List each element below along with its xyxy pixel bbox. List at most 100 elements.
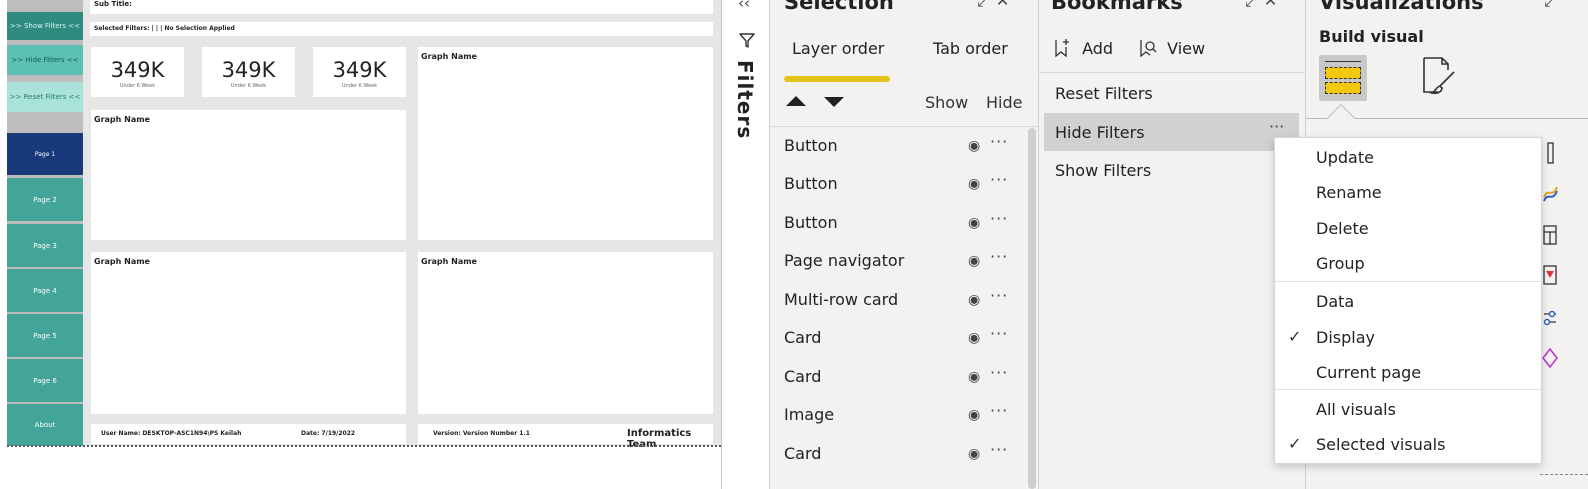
chart-slicer-icon[interactable] (1542, 305, 1558, 329)
layer-item[interactable]: Button ◉ ··· (784, 205, 1024, 243)
more-options-icon[interactable]: ··· (990, 209, 1008, 228)
selection-pane-controls: ⤢✕ (977, 0, 1015, 11)
menu-item-selected-visuals[interactable]: ✓ Selected visuals (1275, 426, 1541, 460)
more-options-icon[interactable]: ··· (990, 247, 1008, 266)
layer-item[interactable]: Card ◉ ··· (784, 436, 1024, 474)
more-options-icon[interactable]: ··· (990, 401, 1008, 420)
layer-item[interactable]: Image ◉ ··· (784, 397, 1024, 435)
view-bookmark-icon (1140, 40, 1157, 58)
more-options-icon[interactable]: ··· (990, 363, 1008, 382)
graph-visual[interactable]: Graph Name (418, 47, 713, 240)
eye-visibility-icon[interactable]: ◉ (968, 292, 980, 308)
format-visual-paintbrush-icon[interactable] (1418, 54, 1460, 100)
expand-chevron-icon[interactable]: ‹‹ (738, 0, 750, 12)
chart-ribbon-icon[interactable] (1542, 183, 1558, 207)
eye-visibility-icon[interactable]: ◉ (968, 407, 980, 423)
tab-layer-order[interactable]: Layer order (792, 39, 884, 58)
move-down-arrow-icon[interactable] (824, 97, 844, 107)
show-filters-button[interactable]: >> Show Filters << (7, 12, 83, 40)
bookmark-item[interactable]: Show Filters (1044, 151, 1299, 189)
menu-separator (1275, 389, 1541, 390)
tab-tab-order[interactable]: Tab order (933, 39, 1008, 58)
menu-item-update[interactable]: Update (1275, 139, 1541, 173)
filters-pane-label[interactable]: Filters (733, 60, 757, 139)
graph-visual[interactable]: Graph Name (91, 110, 406, 240)
page-2-nav-button[interactable]: Page 2 (7, 178, 83, 221)
menu-item-label: Delete (1316, 219, 1369, 238)
layer-item[interactable]: Card ◉ ··· (784, 359, 1024, 397)
eye-visibility-icon[interactable]: ◉ (968, 215, 980, 231)
chart-diamond-icon[interactable] (1541, 346, 1559, 370)
kpi-card[interactable]: 349K Under 6 Week (91, 47, 184, 97)
more-options-icon[interactable]: ··· (1269, 117, 1284, 136)
view-bookmark-button[interactable]: View (1138, 38, 1205, 58)
eye-visibility-icon[interactable]: ◉ (968, 176, 980, 192)
more-options-icon[interactable]: ··· (990, 170, 1008, 189)
menu-item-display[interactable]: ✓ Display (1275, 319, 1541, 353)
add-bookmark-label: Add (1082, 39, 1114, 58)
eye-visibility-icon[interactable]: ◉ (968, 446, 980, 462)
more-options-icon[interactable]: ··· (990, 132, 1008, 151)
menu-item-current-page[interactable]: Current page (1275, 354, 1541, 388)
bookmark-item-selected[interactable]: Hide Filters ··· (1044, 113, 1299, 151)
kpi-card[interactable]: 349K Under 6 Week (313, 47, 406, 97)
menu-item-label: Data (1316, 292, 1355, 311)
layer-item[interactable]: Page navigator ◉ ··· (784, 243, 1024, 281)
menu-item-rename[interactable]: Rename (1275, 174, 1541, 208)
more-options-icon[interactable]: ··· (990, 440, 1008, 459)
chart-column-icon[interactable] (1542, 141, 1558, 165)
kpi-label: Under 6 Week (119, 83, 156, 89)
subtitle-textbox[interactable]: Sub Title: (90, 0, 713, 14)
kpi-card[interactable]: 349K Under 6 Week (202, 47, 295, 97)
hide-all-button[interactable]: Hide (986, 93, 1022, 112)
page-5-nav-button[interactable]: Page 5 (7, 314, 83, 357)
close-icon[interactable]: ✕ (996, 0, 1015, 10)
more-options-icon[interactable]: ··· (990, 286, 1008, 305)
graph-title: Graph Name (421, 257, 477, 266)
menu-item-label: Update (1316, 148, 1374, 167)
report-canvas[interactable]: >> Show Filters << >> Hide Filters << >>… (0, 0, 722, 489)
active-tab-indicator (784, 76, 890, 82)
eye-visibility-icon[interactable]: ◉ (968, 253, 980, 269)
eye-visibility-icon[interactable]: ◉ (968, 369, 980, 385)
layer-item[interactable]: Button ◉ ··· (784, 166, 1024, 204)
collapse-double-arrow-icon[interactable]: ⤢ (1245, 0, 1264, 10)
selection-list-divider (770, 126, 1038, 127)
bookmark-item-label: Reset Filters (1055, 84, 1153, 103)
eye-visibility-icon[interactable]: ◉ (968, 330, 980, 346)
bookmark-item[interactable]: Reset Filters (1044, 74, 1299, 112)
visualizations-pane-title: Visualizations (1319, 0, 1484, 14)
layer-item[interactable]: Card ◉ ··· (784, 320, 1024, 358)
page-3-nav-button[interactable]: Page 3 (7, 224, 83, 267)
page-6-nav-button[interactable]: Page 6 (7, 359, 83, 402)
layer-item[interactable]: Button ◉ ··· (784, 128, 1024, 166)
selection-scrollbar[interactable] (1028, 128, 1036, 489)
filter-funnel-icon[interactable] (737, 30, 757, 54)
menu-item-data[interactable]: Data (1275, 283, 1541, 317)
move-up-arrow-icon[interactable] (786, 96, 806, 106)
footer-user-box[interactable]: User Name: DESKTOP-ASC1N94\PS Keilah Dat… (91, 424, 406, 444)
graph-visual[interactable]: Graph Name (91, 252, 406, 414)
show-all-button[interactable]: Show (925, 93, 968, 112)
collapse-double-arrow-icon[interactable]: ⤢ (1544, 0, 1563, 11)
about-nav-button[interactable]: About (7, 404, 83, 446)
build-visual-icon[interactable] (1319, 55, 1367, 101)
powerbi-desktop-window: >> Show Filters << >> Hide Filters << >>… (0, 0, 1588, 489)
layer-item[interactable]: Multi-row card ◉ ··· (784, 282, 1024, 320)
menu-item-all-visuals[interactable]: All visuals (1275, 391, 1541, 425)
chart-matrix-icon[interactable] (1542, 223, 1558, 247)
menu-item-group[interactable]: Group (1275, 245, 1541, 279)
collapse-double-arrow-icon[interactable]: ⤢ (977, 0, 996, 10)
selected-filters-textbox[interactable]: Selected Filters: | | | No Selection App… (90, 22, 713, 36)
eye-visibility-icon[interactable]: ◉ (968, 138, 980, 154)
page-1-nav-button[interactable]: Page 1 (7, 133, 83, 175)
add-bookmark-button[interactable]: Add (1053, 38, 1113, 58)
reset-filters-button[interactable]: >> Reset Filters << (7, 82, 83, 112)
page-4-nav-button[interactable]: Page 4 (7, 269, 83, 312)
close-icon[interactable]: ✕ (1264, 0, 1283, 10)
graph-visual[interactable]: Graph Name (418, 252, 713, 414)
hide-filters-button[interactable]: >> Hide Filters << (7, 45, 83, 75)
menu-item-delete[interactable]: Delete (1275, 210, 1541, 244)
chart-funnel-icon[interactable] (1542, 263, 1558, 287)
more-options-icon[interactable]: ··· (990, 324, 1008, 343)
